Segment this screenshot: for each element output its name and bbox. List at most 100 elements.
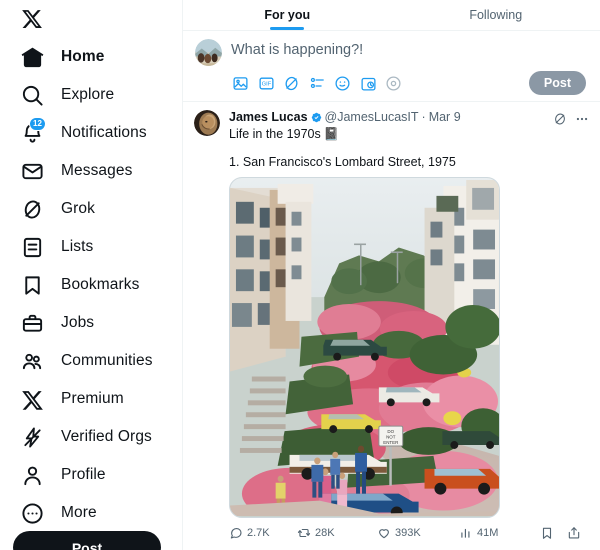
compose-input[interactable]: What is happening?! (231, 39, 586, 58)
svg-text:DO: DO (387, 429, 394, 434)
sidebar-item-jobs[interactable]: Jobs (10, 304, 182, 342)
briefcase-icon (21, 312, 44, 335)
sidebar-item-label: Jobs (61, 314, 95, 331)
tweet-header: James Lucas @JamesLucasIT · Mar 9 Life i… (229, 110, 589, 142)
sidebar-item-label: More (61, 504, 97, 521)
sidebar-item-bookmarks[interactable]: Bookmarks (10, 266, 182, 304)
sidebar-item-home[interactable]: Home (10, 38, 182, 76)
sidebar-item-more[interactable]: More (10, 494, 182, 532)
repost-action[interactable]: 28K (297, 526, 377, 540)
tweet-text: 1. San Francisco's Lombard Street, 1975 (229, 155, 456, 169)
sidebar-item-label: Bookmarks (61, 276, 140, 293)
sidebar-post-button[interactable]: Post (13, 531, 161, 550)
home-icon (21, 46, 44, 69)
sidebar-item-messages[interactable]: Messages (10, 152, 182, 190)
bookmark-action[interactable] (540, 526, 554, 540)
sidebar-item-label: Home (61, 48, 105, 65)
tweet-meta-separator: · (421, 110, 426, 124)
svg-text:GIF: GIF (261, 81, 271, 87)
tweet-author-avatar[interactable] (194, 110, 220, 136)
like-count: 393K (395, 527, 421, 539)
x-logo-icon[interactable] (10, 0, 182, 38)
main-timeline-column: For you Following What is happening?! GI… (183, 0, 600, 550)
primary-sidebar: Home Explore 12 Notifications Messages G… (0, 0, 183, 550)
bell-icon: 12 (21, 116, 46, 145)
tweet-name-line: James Lucas @JamesLucasIT · Mar 9 (229, 110, 553, 125)
person-icon (21, 464, 44, 487)
share-icon (567, 526, 581, 540)
sidebar-nav: Home Explore 12 Notifications Messages G… (10, 38, 182, 532)
tweet-header-actions (553, 110, 589, 126)
sidebar-item-label: Grok (61, 200, 95, 217)
grok-actions-icon[interactable] (553, 112, 567, 126)
reply-action[interactable]: 2.7K (229, 526, 297, 540)
poll-icon[interactable] (309, 75, 326, 92)
gif-icon[interactable]: GIF (258, 75, 275, 92)
reply-count: 2.7K (247, 527, 270, 539)
compose-tools: GIF (231, 75, 529, 92)
sidebar-item-communities[interactable]: Communities (10, 342, 182, 380)
sidebar-item-explore[interactable]: Explore (10, 76, 182, 114)
tab-following[interactable]: Following (392, 0, 600, 30)
engagement-right-actions (540, 526, 581, 540)
compose-post-button[interactable]: Post (528, 71, 586, 95)
communities-icon (21, 350, 44, 373)
analytics-icon (459, 526, 473, 540)
grok-icon (21, 198, 44, 221)
envelope-icon (21, 160, 44, 183)
schedule-icon[interactable] (360, 75, 377, 92)
sidebar-item-label: Communities (61, 352, 153, 369)
sidebar-item-label: Lists (61, 238, 94, 255)
sidebar-item-profile[interactable]: Profile (10, 456, 182, 494)
list-icon (21, 236, 44, 259)
search-icon (21, 84, 44, 107)
tab-label: Following (469, 8, 523, 22)
tweet-author-meta: James Lucas @JamesLucasIT · Mar 9 Life i… (229, 110, 553, 142)
notifications-badge: 12 (29, 116, 46, 131)
tweet-engagement-bar: 2.7K 28K 393K 41M (229, 526, 589, 540)
sidebar-item-label: Profile (61, 466, 106, 483)
more-options-icon[interactable] (575, 112, 589, 126)
verified-badge-icon (311, 112, 322, 123)
comment-icon (229, 526, 243, 540)
tweet-handle[interactable]: @JamesLucasIT (325, 110, 419, 125)
media-image-icon[interactable] (232, 75, 249, 92)
lombard-street-photo: DO NOT ENTER (230, 178, 499, 517)
location-icon[interactable] (385, 75, 402, 92)
share-action[interactable] (567, 526, 581, 540)
sidebar-item-label: Premium (61, 390, 124, 407)
tab-for-you[interactable]: For you (183, 0, 392, 30)
tweet-body: James Lucas @JamesLucasIT · Mar 9 Life i… (229, 110, 589, 540)
emoji-icon[interactable] (334, 75, 351, 92)
heart-icon (377, 526, 391, 540)
timeline-tabs: For you Following (183, 0, 600, 31)
compose-toolbar: GIF Post (231, 71, 586, 95)
like-action[interactable]: 393K (377, 526, 459, 540)
sidebar-item-label: Messages (61, 162, 133, 179)
tweet-display-name[interactable]: James Lucas (229, 110, 308, 125)
sidebar-item-premium[interactable]: Premium (10, 380, 182, 418)
tweet-subtitle: Life in the 1970s 📓 (229, 126, 553, 142)
sidebar-item-label: Notifications (61, 124, 147, 141)
notebook-emoji-icon: 📓 (323, 127, 340, 141)
user-avatar[interactable] (195, 39, 222, 66)
bookmark-icon (540, 526, 554, 540)
sidebar-item-label: Verified Orgs (61, 428, 152, 445)
sidebar-item-verified-orgs[interactable]: Verified Orgs (10, 418, 182, 456)
sidebar-item-lists[interactable]: Lists (10, 228, 182, 266)
more-circle-icon (21, 502, 44, 525)
svg-text:NOT: NOT (386, 435, 396, 440)
tweet-date[interactable]: Mar 9 (429, 110, 461, 125)
views-action[interactable]: 41M (459, 526, 498, 540)
sidebar-item-label: Explore (61, 86, 115, 103)
tweet-photo[interactable]: DO NOT ENTER (229, 177, 500, 518)
sidebar-item-grok[interactable]: Grok (10, 190, 182, 228)
bookmark-icon (21, 274, 44, 297)
sidebar-item-notifications[interactable]: 12 Notifications (10, 114, 182, 152)
x-app-window: Home Explore 12 Notifications Messages G… (0, 0, 600, 550)
grok-image-icon[interactable] (283, 75, 300, 92)
retweet-icon (297, 526, 311, 540)
compose-right: What is happening?! GIF Post (231, 39, 586, 95)
tweet-subtitle-text: Life in the 1970s (229, 127, 321, 141)
tweet-post: James Lucas @JamesLucasIT · Mar 9 Life i… (183, 102, 600, 540)
